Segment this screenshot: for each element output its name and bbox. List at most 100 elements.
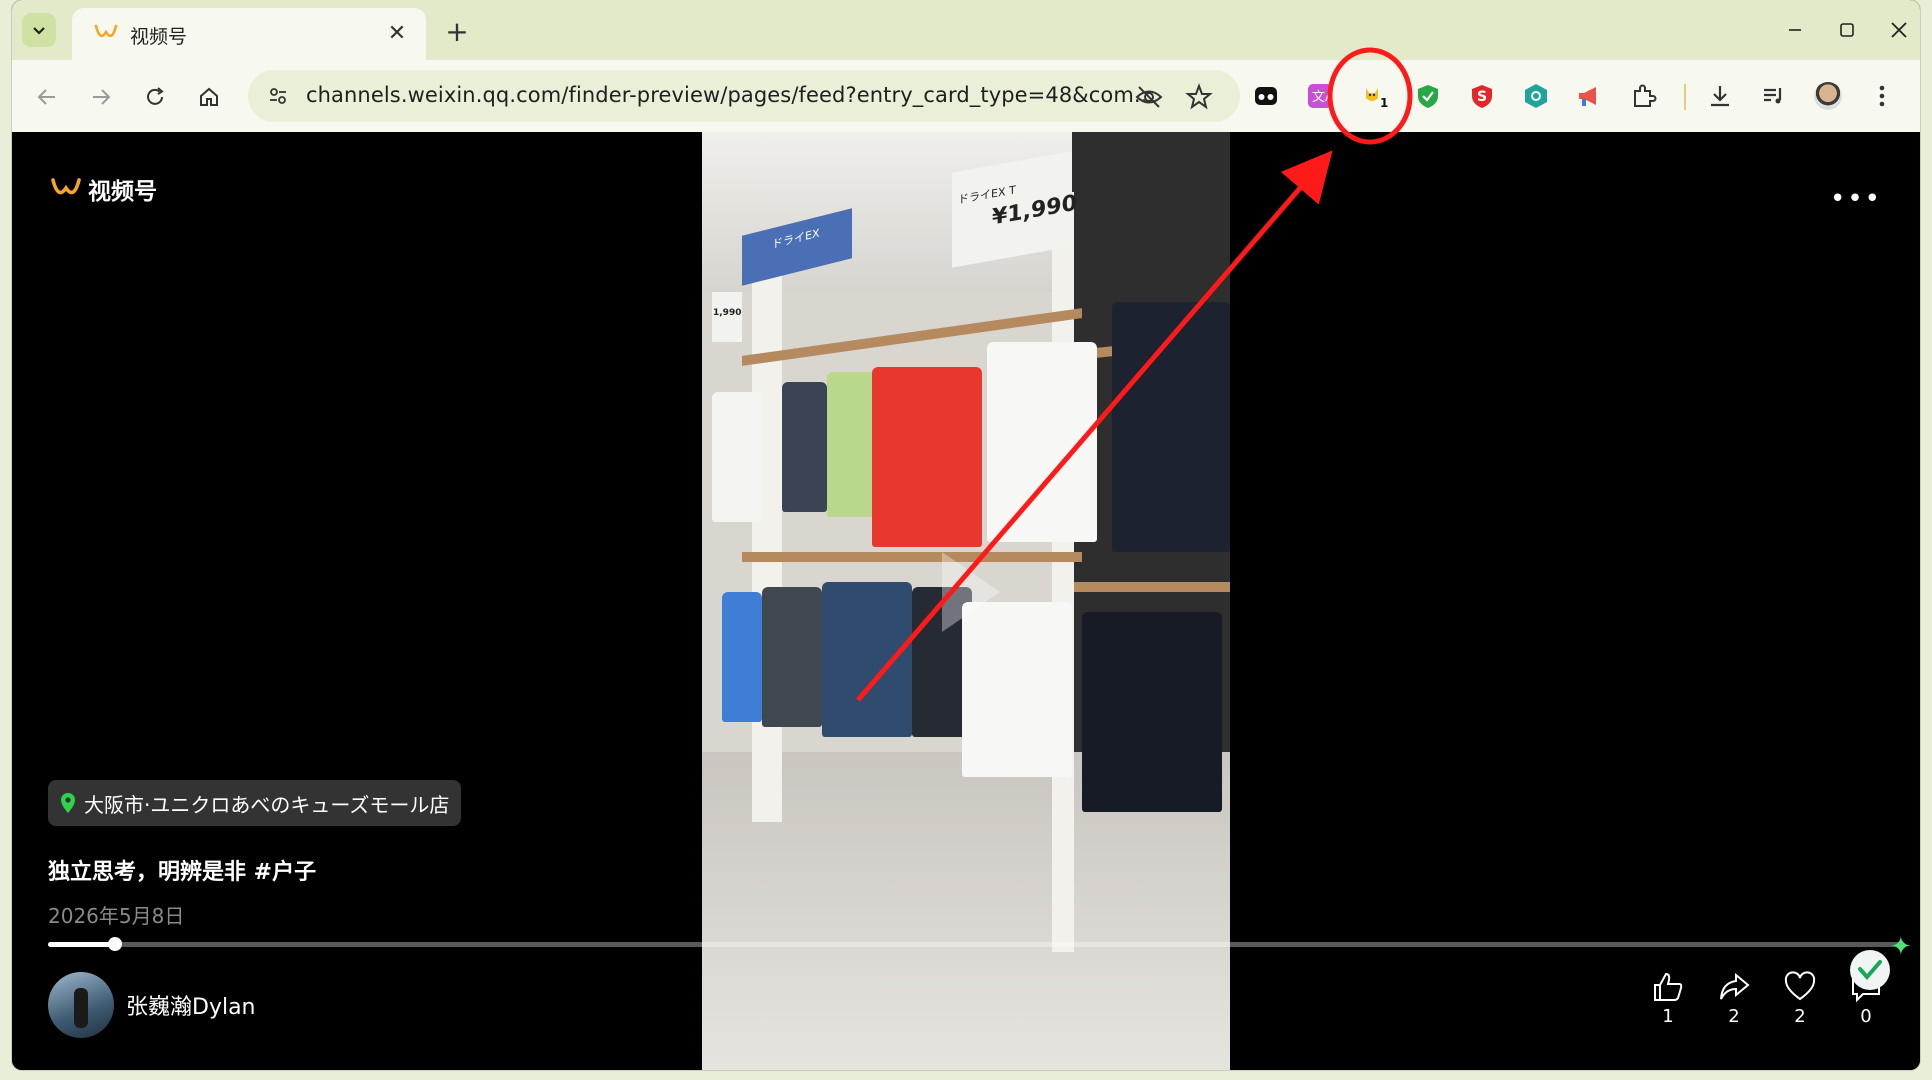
close-window-button[interactable] xyxy=(1874,12,1920,48)
new-tab-button[interactable]: + xyxy=(440,14,474,48)
tab-close-icon[interactable]: ✕ xyxy=(382,18,412,48)
arrow-left-icon xyxy=(37,89,55,105)
play-icon xyxy=(942,552,1000,632)
favorite-button[interactable]: 2 xyxy=(1775,970,1825,1027)
maximize-button[interactable] xyxy=(1822,12,1872,48)
browser-tab[interactable]: 视频号 ✕ xyxy=(72,8,426,60)
extension-badge: 1 xyxy=(1380,96,1389,110)
video-shirt xyxy=(712,392,762,522)
close-icon xyxy=(1891,22,1907,38)
tab-title: 视频号 xyxy=(130,26,188,48)
forward-button[interactable] xyxy=(82,78,120,116)
minimize-button[interactable] xyxy=(1770,12,1820,48)
video-small-price: 1,990 xyxy=(713,308,742,318)
brand-label: 视频号 xyxy=(88,179,157,205)
profile-avatar xyxy=(1814,82,1842,110)
chevron-down-icon xyxy=(33,27,45,35)
share-count: 2 xyxy=(1728,1006,1740,1027)
downloads-button[interactable] xyxy=(1704,80,1736,112)
progress-knob[interactable] xyxy=(107,937,122,951)
channels-brand[interactable]: 视频号 xyxy=(50,172,157,206)
extension-cat[interactable]: 1 xyxy=(1358,80,1390,112)
mask-icon xyxy=(1255,87,1277,105)
browser-toolbar: channels.weixin.qq.com/finder-preview/pa… xyxy=(12,60,1920,132)
home-button[interactable] xyxy=(190,78,228,116)
author-info[interactable]: 张巍瀚Dylan xyxy=(48,972,256,1038)
site-info-button[interactable] xyxy=(260,78,296,114)
more-options-button[interactable]: ••• xyxy=(1830,184,1882,214)
media-control-button[interactable] xyxy=(1758,80,1790,112)
extension-megaphone[interactable] xyxy=(1574,80,1606,112)
like-button[interactable]: 1 xyxy=(1643,970,1693,1027)
share-icon xyxy=(1720,972,1750,1000)
extension-hex[interactable] xyxy=(1520,80,1552,112)
video-shirt xyxy=(762,587,822,727)
author-name: 张巍瀚Dylan xyxy=(126,995,256,1020)
home-icon xyxy=(200,87,218,106)
video-shirt xyxy=(782,382,827,512)
minimize-icon xyxy=(1789,29,1801,31)
tab-search-button[interactable] xyxy=(22,13,56,47)
maximize-icon xyxy=(1840,23,1854,37)
extension-translate[interactable]: 文A xyxy=(1304,80,1336,112)
location-tag[interactable]: 大阪市·ユニクロあべのキューズモール店 xyxy=(48,780,462,826)
video-pillar xyxy=(1052,192,1074,952)
hexagon-icon xyxy=(1525,84,1547,108)
progress-fill xyxy=(48,942,115,947)
reload-button[interactable] xyxy=(136,78,174,116)
profile-avatar-button[interactable] xyxy=(1812,80,1844,112)
playlist-icon xyxy=(1764,88,1782,104)
browser-menu-button[interactable] xyxy=(1866,80,1898,112)
video-banner-label: ドライEX xyxy=(772,226,820,252)
tune-icon xyxy=(270,88,286,104)
progress-bar[interactable] xyxy=(48,937,1900,951)
svg-text:文A: 文A xyxy=(1312,90,1333,105)
extensions-menu-button[interactable] xyxy=(1628,80,1660,112)
comment-count: 0 xyxy=(1860,1006,1872,1027)
download-icon xyxy=(1711,86,1729,107)
s-shield-icon: S xyxy=(1472,85,1492,108)
more-vertical-icon xyxy=(1879,85,1885,107)
more-horizontal-icon: ••• xyxy=(1829,184,1882,214)
share-button[interactable]: 2 xyxy=(1709,970,1759,1027)
arrow-right-icon xyxy=(93,89,111,105)
like-count: 1 xyxy=(1662,1006,1674,1027)
svg-text:S: S xyxy=(1477,89,1487,105)
back-button[interactable] xyxy=(28,78,66,116)
video-player[interactable]: ドライEX T ¥1,990 ドライEX 1,990 xyxy=(702,132,1230,1070)
video-shirt xyxy=(872,367,982,547)
channels-logo-icon xyxy=(51,178,81,195)
reload-icon xyxy=(147,87,164,105)
video-pillar xyxy=(752,262,782,822)
video-shirt xyxy=(987,342,1097,542)
video-shelf xyxy=(742,552,1082,562)
extension-shield[interactable] xyxy=(1412,80,1444,112)
thumbs-up-icon xyxy=(1654,972,1683,1001)
megaphone-icon xyxy=(1579,87,1596,106)
author-avatar[interactable] xyxy=(48,972,114,1038)
video-shirt xyxy=(722,592,762,722)
video-shirt xyxy=(1112,302,1230,552)
browser-window: 视频号 ✕ + channels.weixin.qq.com/finder-pr… xyxy=(12,0,1920,1070)
eye-off-icon[interactable] xyxy=(1134,82,1164,112)
puzzle-icon xyxy=(1634,84,1657,107)
extension-toolbar-button-1[interactable] xyxy=(1250,80,1282,112)
video-small-sign: 1,990 xyxy=(712,292,742,342)
video-shirt xyxy=(822,582,912,737)
translate-icon: 文A xyxy=(1308,84,1333,108)
address-bar[interactable]: channels.weixin.qq.com/finder-preview/pa… xyxy=(248,70,1240,122)
toolbar-divider xyxy=(1684,84,1686,110)
video-page: 视频号 ••• ドライEX T ¥1,990 ドライEX 1,990 大阪市·ユ… xyxy=(12,132,1920,1070)
video-shelf xyxy=(1074,582,1230,592)
extension-red-s[interactable]: S xyxy=(1466,80,1498,112)
video-shirt xyxy=(1082,612,1222,812)
heart-icon xyxy=(1784,971,1816,1001)
bookmark-star-icon[interactable] xyxy=(1184,82,1214,112)
checkmark-logo-icon xyxy=(1858,960,1882,981)
post-date: 2026年5月8日 xyxy=(48,904,185,928)
assistant-float-button[interactable] xyxy=(1850,950,1890,990)
location-pin-icon xyxy=(61,793,75,813)
favorite-count: 2 xyxy=(1794,1006,1806,1027)
video-caption: 独立思考，明辨是非 #户子 xyxy=(48,860,317,885)
url-text: channels.weixin.qq.com/finder-preview/pa… xyxy=(306,83,1146,107)
